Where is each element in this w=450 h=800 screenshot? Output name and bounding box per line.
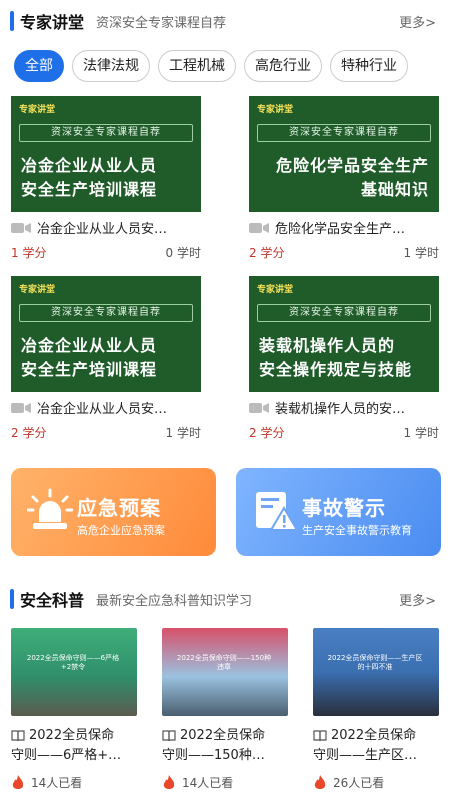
video-icon [11, 222, 31, 233]
view-count: 14人已看 [11, 774, 82, 791]
section-accent-bar [10, 11, 14, 31]
thumb-tagline: 资深安全专家课程自荐 [19, 124, 193, 142]
course-credit: 2 学分 [11, 426, 47, 440]
expert-section-title: 专家讲堂 [20, 13, 85, 32]
thumb-title-line1: 装载机操作人员的 [259, 336, 396, 355]
course-title-text: 冶金企业从业人员安… [37, 402, 168, 417]
course-title: 装载机操作人员的安… [249, 398, 439, 417]
science-title: 2022全员保命 守则——150种… [162, 726, 288, 766]
tab-laws[interactable]: 法律法规 [72, 50, 150, 82]
course-credit: 2 学分 [249, 426, 285, 440]
course-thumbnail: 专家讲堂 资深安全专家课程自荐 装载机操作人员的 安全操作规定与技能 [249, 276, 439, 392]
course-title-text: 装载机操作人员的安… [275, 402, 406, 417]
course-thumbnail: 专家讲堂 资深安全专家课程自荐 冶金企业从业人员 安全生产培训课程 [11, 276, 201, 392]
thumb-title-line1: 危险化学品安全生产 [275, 156, 429, 175]
thumb-brand: 专家讲堂 [19, 285, 56, 295]
science-title-line2: 守则——6严格+… [11, 748, 122, 763]
thumb-title-line2: 安全生产培训课程 [21, 180, 158, 199]
thumb-title-line2: 安全生产培训课程 [21, 360, 158, 379]
science-thumbnail: 2022全员保命守则——生产区的十四不准 [313, 628, 439, 716]
science-thumbnail-caption: 2022全员保命守则——6严格+2禁令 [26, 654, 120, 671]
science-thumbnail: 2022全员保命守则——150种违章 [162, 628, 288, 716]
accident-warning-banner[interactable]: 事故警示 生产安全事故警示教育 [236, 468, 441, 556]
course-card[interactable]: 专家讲堂 资深安全专家课程自荐 危险化学品安全生产 基础知识 危险化学品安全生产… [249, 96, 439, 260]
science-thumbnail: 2022全员保命守则——6严格+2禁令 [11, 628, 137, 716]
expert-section-subtitle: 资深安全专家课程自荐 [96, 15, 227, 31]
tab-high-risk-industry[interactable]: 高危行业 [244, 50, 322, 82]
fire-icon [163, 774, 175, 789]
science-thumbnail-caption: 2022全员保命守则——150种违章 [176, 654, 272, 671]
thumb-title-line2: 安全操作规定与技能 [259, 360, 413, 379]
book-icon [11, 730, 25, 742]
thumb-brand: 专家讲堂 [257, 105, 294, 115]
book-icon [313, 730, 327, 742]
accident-warning-subtitle: 生产安全事故警示教育 [302, 524, 412, 537]
thumb-tagline: 资深安全专家课程自荐 [257, 304, 431, 322]
course-credit: 1 学分 [11, 246, 47, 260]
course-card[interactable]: 专家讲堂 资深安全专家课程自荐 冶金企业从业人员 安全生产培训课程 冶金企业从业… [11, 276, 201, 440]
science-title: 2022全员保命 守则——6严格+… [11, 726, 137, 766]
course-title-text: 冶金企业从业人员安… [37, 222, 168, 237]
course-card[interactable]: 专家讲堂 资深安全专家课程自荐 冶金企业从业人员 安全生产培训课程 冶金企业从业… [11, 96, 201, 260]
thumb-brand: 专家讲堂 [19, 105, 56, 115]
course-hours: 1 学时 [403, 246, 439, 260]
science-section-subtitle: 最新安全应急科普知识学习 [96, 593, 253, 609]
science-title-line2: 守则——生产区… [313, 748, 418, 763]
view-count-text: 14人已看 [31, 776, 83, 790]
science-more-link[interactable]: 更多> [399, 590, 436, 609]
science-section-title: 安全科普 [20, 591, 85, 610]
emergency-plan-subtitle: 高危企业应急预案 [77, 524, 165, 537]
view-count-text: 14人已看 [182, 776, 234, 790]
course-title: 冶金企业从业人员安… [11, 398, 201, 417]
course-credit: 2 学分 [249, 246, 285, 260]
science-title-line1: 2022全员保命 [29, 728, 115, 743]
science-thumbnail-caption: 2022全员保命守则——生产区的十四不准 [327, 654, 423, 671]
expert-more-link[interactable]: 更多> [399, 12, 436, 31]
warning-document-icon [256, 492, 298, 531]
alarm-light-icon [27, 488, 73, 529]
science-title: 2022全员保命 守则——生产区… [313, 726, 439, 766]
thumb-title-line1: 冶金企业从业人员 [21, 336, 158, 355]
course-title: 冶金企业从业人员安… [11, 218, 201, 237]
view-count: 14人已看 [162, 774, 233, 791]
video-icon [11, 402, 31, 413]
tab-all[interactable]: 全部 [14, 50, 64, 82]
video-icon [249, 222, 269, 233]
expert-section-header: 专家讲堂 资深安全专家课程自荐 更多> [0, 6, 450, 36]
course-hours: 1 学时 [165, 426, 201, 440]
book-icon [162, 730, 176, 742]
thumb-tagline: 资深安全专家课程自荐 [19, 304, 193, 322]
science-card[interactable]: 2022全员保命守则——150种违章 2022全员保命 守则——150种… 14… [162, 628, 288, 800]
course-hours: 0 学时 [165, 246, 201, 260]
course-title-text: 危险化学品安全生产… [275, 222, 406, 237]
section-accent-bar [10, 589, 14, 609]
thumb-title-line1: 冶金企业从业人员 [21, 156, 158, 175]
science-section-header: 安全科普 最新安全应急科普知识学习 更多> [0, 584, 450, 614]
course-title: 危险化学品安全生产… [249, 218, 439, 237]
science-title-line1: 2022全员保命 [180, 728, 266, 743]
thumb-title-line2: 基础知识 [360, 180, 429, 199]
fire-icon [314, 774, 326, 789]
science-title-line2: 守则——150种… [162, 748, 265, 763]
science-card[interactable]: 2022全员保命守则——生产区的十四不准 2022全员保命 守则——生产区… 2… [313, 628, 439, 800]
thumb-tagline: 资深安全专家课程自荐 [257, 124, 431, 142]
tab-engineering-machinery[interactable]: 工程机械 [158, 50, 236, 82]
view-count: 26人已看 [313, 774, 384, 791]
course-thumbnail: 专家讲堂 资深安全专家课程自荐 冶金企业从业人员 安全生产培训课程 [11, 96, 201, 212]
course-thumbnail: 专家讲堂 资深安全专家课程自荐 危险化学品安全生产 基础知识 [249, 96, 439, 212]
emergency-plan-title: 应急预案 [77, 496, 161, 520]
category-tabs: 全部 法律法规 工程机械 高危行业 特种行业 [14, 50, 450, 84]
fire-icon [12, 774, 24, 789]
thumb-brand: 专家讲堂 [257, 285, 294, 295]
view-count-text: 26人已看 [333, 776, 385, 790]
science-card[interactable]: 2022全员保命守则——6严格+2禁令 2022全员保命 守则——6严格+… 1… [11, 628, 137, 800]
tab-special-industry[interactable]: 特种行业 [330, 50, 408, 82]
course-card[interactable]: 专家讲堂 资深安全专家课程自荐 装载机操作人员的 安全操作规定与技能 装载机操作… [249, 276, 439, 440]
emergency-plan-banner[interactable]: 应急预案 高危企业应急预案 [11, 468, 216, 556]
accident-warning-title: 事故警示 [302, 496, 386, 520]
course-hours: 1 学时 [403, 426, 439, 440]
video-icon [249, 402, 269, 413]
science-title-line1: 2022全员保命 [331, 728, 417, 743]
